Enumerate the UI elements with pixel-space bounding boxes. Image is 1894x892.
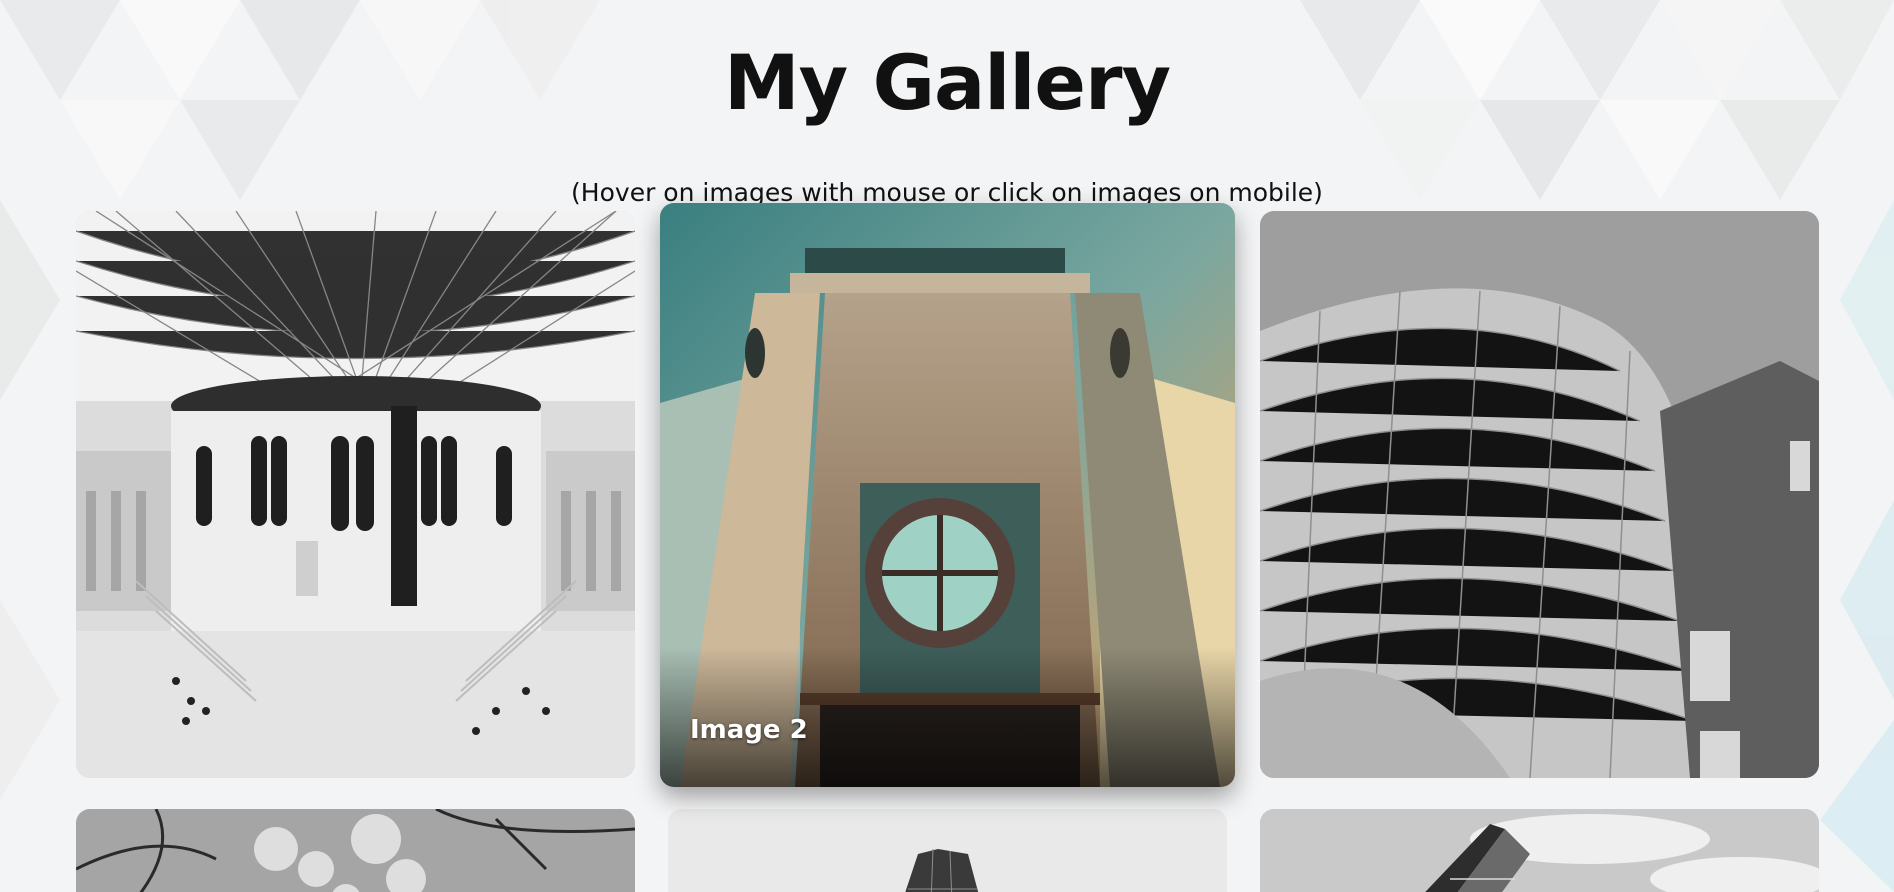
gallery-image-5[interactable] bbox=[668, 809, 1227, 892]
gallery-image-4[interactable] bbox=[76, 809, 635, 892]
gallery-image-6[interactable] bbox=[1260, 809, 1819, 892]
tree-branches-photo-icon bbox=[76, 809, 635, 892]
glass-building-photo-icon bbox=[1260, 809, 1819, 892]
skyscraper-photo-icon bbox=[668, 809, 1227, 892]
page-title: My Gallery bbox=[724, 38, 1171, 127]
gallery-image-1[interactable] bbox=[76, 211, 635, 778]
card-label: Image 2 bbox=[690, 715, 808, 745]
gallery-image-3[interactable] bbox=[1260, 211, 1819, 778]
curved-metal-facade-photo-icon bbox=[1260, 211, 1819, 778]
museum-dome-photo-icon bbox=[76, 211, 635, 778]
gallery-image-2[interactable]: Image 2 bbox=[660, 203, 1235, 787]
